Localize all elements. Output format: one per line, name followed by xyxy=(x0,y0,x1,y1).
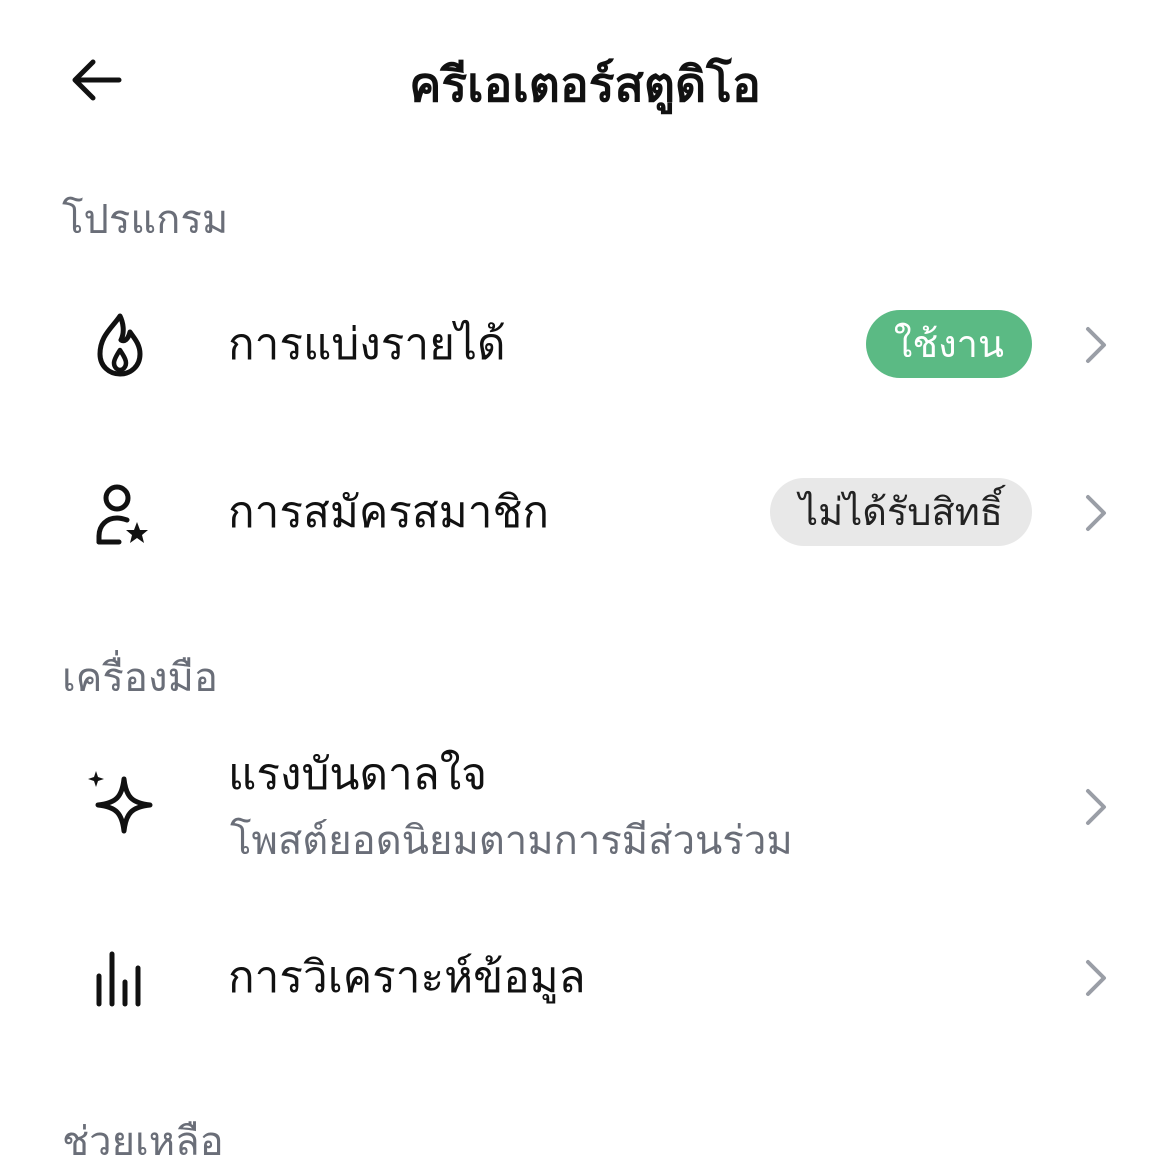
list-item-analytics[interactable]: การวิเคราะห์ข้อมูล xyxy=(0,933,1170,1023)
chevron-right-icon xyxy=(1078,954,1114,1002)
item-label: การแบ่งรายได้ xyxy=(228,319,506,370)
item-label: การสมัครสมาชิก xyxy=(228,487,549,538)
list-item-revenue-sharing[interactable]: การแบ่งรายได้ ใช้งาน xyxy=(0,300,1170,390)
user-star-icon xyxy=(80,473,160,553)
sparkle-icon xyxy=(80,765,160,845)
chevron-right-icon xyxy=(1078,321,1114,369)
chevron-right-icon xyxy=(1078,489,1114,537)
section-header-help: ช่วยเหลือ xyxy=(62,1119,224,1165)
item-label: การวิเคราะห์ข้อมูล xyxy=(228,952,586,1003)
bar-chart-icon xyxy=(80,938,160,1018)
chevron-right-icon xyxy=(1078,783,1114,831)
status-badge-active: ใช้งาน xyxy=(865,310,1032,378)
arrow-left-icon xyxy=(72,59,122,101)
section-header-tools: เครื่องมือ xyxy=(62,655,218,701)
back-button[interactable] xyxy=(60,50,130,110)
top-bar: ครีเอเตอร์สตูดิโอ xyxy=(0,0,1170,170)
list-item-subscriptions[interactable]: การสมัครสมาชิก ไม่ได้รับสิทธิ์ xyxy=(0,468,1170,558)
section-header-programs: โปรแกรม xyxy=(62,197,229,243)
item-subtitle: โพสต์ยอดนิยมตามการมีส่วนร่วม xyxy=(230,818,793,864)
list-item-inspiration[interactable]: แรงบันดาลใจ โพสต์ยอดนิยมตามการมีส่วนร่วม xyxy=(0,745,1170,875)
page-title: ครีเอเตอร์สตูดิโอ xyxy=(409,57,761,113)
flame-icon xyxy=(80,305,160,385)
status-badge-not-eligible: ไม่ได้รับสิทธิ์ xyxy=(770,478,1032,546)
item-label: แรงบันดาลใจ xyxy=(228,749,487,800)
